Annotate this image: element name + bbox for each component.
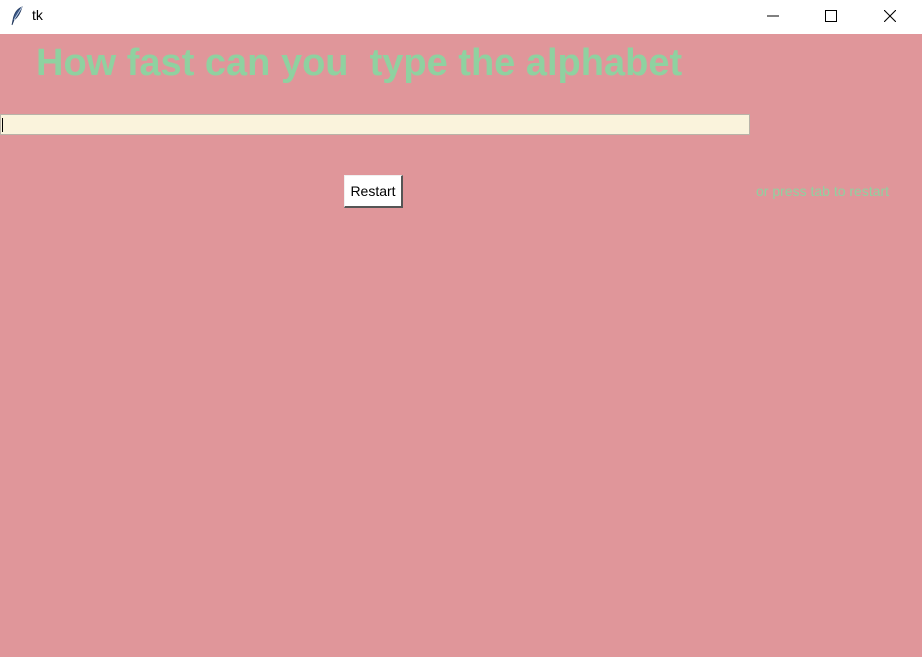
tk-feather-icon	[10, 6, 24, 26]
restart-button[interactable]: Restart	[344, 175, 403, 208]
window-title: tk	[32, 7, 43, 23]
minimize-button[interactable]	[750, 0, 796, 32]
restart-hint: or press tab to restart	[756, 183, 890, 199]
main-area: How fast can you type the alphabet Resta…	[0, 34, 922, 657]
maximize-button[interactable]	[808, 0, 854, 32]
page-title: How fast can you type the alphabet	[36, 42, 683, 84]
title-bar[interactable]: tk	[0, 0, 922, 34]
alphabet-input[interactable]	[0, 114, 750, 135]
app-window: tk How fast can you type the alphabet Re…	[0, 0, 922, 657]
close-button[interactable]	[867, 0, 913, 32]
text-cursor	[2, 118, 3, 132]
maximize-icon	[825, 10, 837, 22]
close-icon	[884, 10, 896, 22]
minimize-icon	[767, 15, 779, 17]
